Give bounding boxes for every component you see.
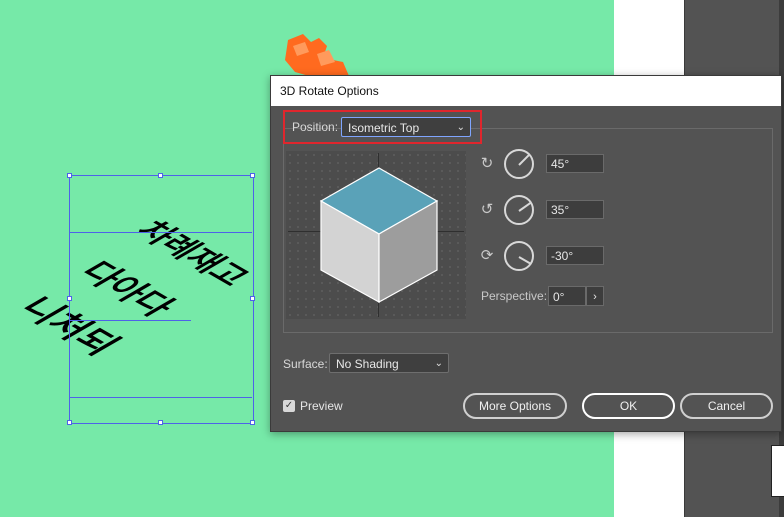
cancel-button[interactable]: Cancel xyxy=(680,393,773,419)
perspective-label: Perspective: xyxy=(481,289,548,303)
rotate-z-icon: ⟳ xyxy=(480,247,494,264)
position-label: Position: xyxy=(292,120,339,134)
more-options-button[interactable]: More Options xyxy=(463,393,567,419)
y-rotation-dial[interactable] xyxy=(504,195,534,225)
perspective-slider-button[interactable]: › xyxy=(586,286,604,306)
selection-guide-line xyxy=(69,232,252,233)
position-dropdown[interactable]: Isometric Top ⌄ xyxy=(341,117,471,137)
resize-handle[interactable] xyxy=(250,296,255,301)
resize-handle[interactable] xyxy=(158,420,163,425)
selection-bounding-box[interactable] xyxy=(69,175,254,424)
resize-handle[interactable] xyxy=(158,173,163,178)
chevron-down-icon: ⌄ xyxy=(434,358,443,369)
chevron-down-icon: ⌄ xyxy=(456,122,465,133)
panel-thumbnail[interactable] xyxy=(771,445,784,497)
x-rotation-dial[interactable] xyxy=(504,149,534,179)
rotate-x-icon: ↻ xyxy=(480,155,494,172)
selection-guide-line xyxy=(69,397,252,398)
resize-handle[interactable] xyxy=(250,420,255,425)
x-rotation-input[interactable]: 45° xyxy=(546,154,604,173)
ok-button[interactable]: OK xyxy=(582,393,675,419)
rotate-y-icon: ↺ xyxy=(480,201,494,218)
resize-handle[interactable] xyxy=(67,173,72,178)
resize-handle[interactable] xyxy=(250,173,255,178)
position-value: Isometric Top xyxy=(348,121,420,135)
z-rotation-input[interactable]: -30° xyxy=(546,246,604,265)
z-rotation-dial[interactable] xyxy=(504,241,534,271)
resize-handle[interactable] xyxy=(67,420,72,425)
perspective-input[interactable]: 0° xyxy=(548,286,586,306)
preview-checkbox[interactable]: ✓ xyxy=(283,400,295,412)
surface-value: No Shading xyxy=(336,357,399,371)
isometric-cube-icon[interactable] xyxy=(319,166,439,306)
surface-label: Surface: xyxy=(283,357,328,371)
y-rotation-input[interactable]: 35° xyxy=(546,200,604,219)
resize-handle[interactable] xyxy=(67,296,72,301)
surface-dropdown[interactable]: No Shading ⌄ xyxy=(329,353,449,373)
preview-label[interactable]: Preview xyxy=(300,399,343,413)
selection-guide-line xyxy=(69,320,191,321)
3d-rotate-options-dialog: 3D Rotate Options Position: Isometric To… xyxy=(270,75,782,432)
dialog-title[interactable]: 3D Rotate Options xyxy=(271,76,781,106)
